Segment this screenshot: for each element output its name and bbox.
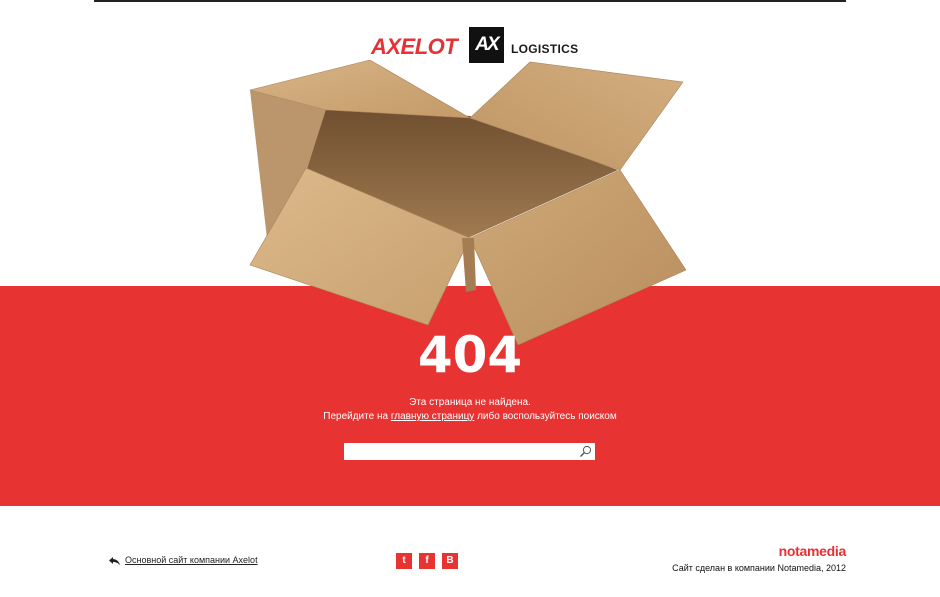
main-site-link[interactable]: Основной сайт компании Axelot [125, 555, 258, 565]
facebook-icon[interactable]: f [419, 553, 435, 569]
home-page-link[interactable]: главную страницу [391, 411, 474, 422]
cardboard-box-image [249, 60, 687, 345]
credit-text: Сайт сделан в компании Notamedia, 2012 [672, 563, 846, 573]
navigate-message: Перейдите на главную страницу либо воспо… [0, 410, 940, 424]
search-icon[interactable] [578, 444, 593, 459]
top-divider [94, 0, 846, 2]
twitter-icon[interactable]: t [396, 553, 412, 569]
back-arrow-icon [109, 557, 120, 566]
error-code: 404 [417, 326, 523, 384]
logo-wordmark: AXELOT [371, 34, 458, 59]
navigate-text-before: Перейдите на [323, 411, 391, 422]
notamedia-logo[interactable]: notamedia [779, 543, 847, 559]
not-found-message: Эта страница не найдена. [409, 397, 531, 408]
search-box [344, 443, 595, 460]
axelot-logo[interactable]: AXELOT AX LOGISTICS [371, 27, 579, 65]
logo-mark: AX [469, 27, 504, 63]
vkontakte-icon[interactable]: В [442, 553, 458, 569]
logo-subtitle: LOGISTICS [511, 42, 579, 56]
search-input[interactable] [344, 443, 574, 460]
error-page: AXELOT AX LOGISTICS 404 Эта страница не … [0, 0, 940, 597]
navigate-text-after: либо воспользуйтесь поиском [474, 411, 617, 422]
